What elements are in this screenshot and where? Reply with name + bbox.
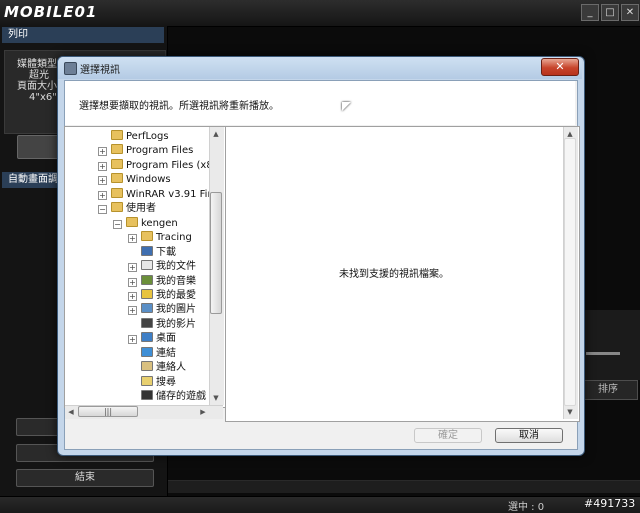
folder-icon — [111, 202, 123, 213]
folder-icon — [111, 158, 123, 169]
tree-expander-icon[interactable]: + — [128, 335, 137, 345]
documents-icon — [141, 260, 153, 271]
tree-item-label: Tracing — [156, 232, 192, 244]
end-button[interactable]: 結束 — [16, 469, 154, 487]
tree-item[interactable]: PerfLogs — [111, 130, 169, 144]
tree-item[interactable]: kengen — [126, 216, 178, 231]
tree-item[interactable]: 連絡人 — [141, 361, 186, 375]
folder-tree[interactable]: PerfLogs + Program Files + Program Files (x8… — [64, 126, 226, 408]
content-scroll-down-icon[interactable]: ▼ — [564, 406, 576, 418]
tree-item-label: 我的最愛 — [156, 289, 196, 301]
pictures-icon — [141, 303, 153, 314]
tree-item-label: kengen — [141, 217, 178, 229]
tree-item-label: Program Files — [126, 145, 194, 157]
watermark: #491733 — [584, 497, 636, 510]
tree-item[interactable]: 我的影片 — [141, 317, 196, 332]
tree-item[interactable]: 我的音樂 — [141, 274, 196, 289]
mouse-cursor-icon — [342, 102, 351, 111]
tree-scroll-left-icon[interactable]: ◀ — [65, 406, 77, 418]
searches-icon — [141, 375, 153, 386]
desktop-icon — [141, 332, 153, 343]
tree-item-label: 我的音樂 — [156, 275, 196, 287]
print-icon[interactable] — [17, 135, 59, 159]
tree-item[interactable]: 搜尋 — [141, 375, 176, 390]
tree-item[interactable]: 我的圖片 — [141, 303, 196, 317]
dialog-title: 選擇視訊 — [80, 65, 120, 76]
tree-scroll-right-icon[interactable]: ▶ — [197, 406, 209, 418]
tree-item-label: 我的影片 — [156, 318, 196, 330]
tree-expander-icon[interactable]: + — [98, 147, 107, 157]
folder-icon — [111, 130, 123, 140]
tree-item[interactable]: WinRAR v3.91 Fina — [111, 187, 220, 202]
minimize-button[interactable]: _ — [581, 4, 599, 21]
dialog-close-button[interactable]: ✕ — [541, 58, 579, 76]
folder-icon — [111, 187, 123, 198]
tree-expander-icon[interactable]: + — [98, 190, 107, 200]
tree-expander-icon[interactable]: + — [128, 306, 137, 316]
tree-item-label: Program Files (x86 — [126, 159, 220, 171]
ok-button[interactable]: 確定 — [414, 428, 482, 443]
print-section-header[interactable]: 列印 — [2, 27, 164, 43]
tree-expander-icon[interactable]: + — [128, 291, 137, 301]
tree-item-label: 搜尋 — [156, 376, 176, 388]
tree-item-label: Windows — [126, 174, 171, 186]
tree-item[interactable]: Tracing — [141, 231, 192, 245]
tree-item[interactable]: 使用者 — [111, 202, 156, 216]
tree-vertical-scroll-thumb[interactable] — [210, 192, 222, 314]
tree-item[interactable]: 桌面 — [141, 332, 176, 346]
tree-item[interactable]: Windows — [111, 173, 171, 187]
tree-item-label: 桌面 — [156, 333, 176, 345]
tree-expander-icon[interactable]: − — [98, 205, 107, 215]
contacts-icon — [141, 361, 153, 372]
close-app-button[interactable]: ✕ — [621, 4, 639, 21]
tree-item-label: 我的文件 — [156, 261, 196, 273]
tree-expander-icon[interactable]: + — [128, 263, 137, 273]
main-horizontal-scrollbar[interactable] — [168, 480, 640, 493]
tree-expander-icon[interactable]: + — [128, 234, 137, 244]
tree-item-label: 儲存的遊戲 — [156, 391, 206, 403]
dialog-app-icon — [64, 62, 77, 75]
tree-item-label: 連絡人 — [156, 362, 186, 374]
folder-icon — [126, 216, 138, 227]
zoom-slider[interactable] — [586, 352, 620, 355]
tree-scroll-up-icon[interactable]: ▲ — [210, 128, 222, 140]
tree-item-label: 使用者 — [126, 203, 156, 215]
tree-item[interactable]: 我的文件 — [141, 260, 196, 274]
tree-item-label: 連結 — [156, 347, 176, 359]
app-logo: MOBILE01 — [4, 3, 98, 21]
music-icon — [141, 274, 153, 285]
tree-scroll-down-icon[interactable]: ▼ — [210, 392, 222, 404]
dialog-instruction: 選擇想要擷取的視訊。所選視訊將重新播放。 — [79, 101, 279, 112]
folder-icon — [111, 144, 123, 155]
tree-item[interactable]: 儲存的遊戲 — [141, 390, 206, 404]
maximize-button[interactable]: □ — [601, 4, 619, 21]
tree-expander-icon[interactable]: + — [98, 176, 107, 186]
tree-item[interactable]: 我的最愛 — [141, 288, 196, 303]
tree-expander-icon[interactable]: + — [98, 161, 107, 171]
tree-expander-icon[interactable]: − — [113, 219, 122, 229]
no-video-message: 未找到支援的視訊檔案。 — [339, 269, 449, 280]
dialog-title-bar[interactable] — [58, 57, 582, 79]
content-vertical-scroll-thumb[interactable] — [564, 138, 576, 406]
tree-item-label: 下載 — [156, 246, 176, 258]
cancel-button[interactable]: 取消 — [495, 428, 563, 443]
tree-item[interactable]: Program Files (x86 — [111, 158, 220, 173]
selection-count: 選中 : 0 — [508, 502, 545, 513]
favorites-icon — [141, 288, 153, 299]
tree-item-label: 我的圖片 — [156, 304, 196, 316]
tree-item-label: WinRAR v3.91 Fina — [126, 188, 220, 200]
tree-horizontal-scroll-thumb[interactable]: ||| — [78, 406, 138, 417]
folder-icon — [111, 173, 123, 184]
tree-item[interactable]: 下載 — [141, 245, 176, 260]
tree-expander-icon[interactable]: + — [128, 277, 137, 287]
tree-item[interactable]: Program Files — [111, 144, 193, 158]
folder-icon — [141, 231, 153, 242]
tree-item-label: PerfLogs — [126, 131, 169, 142]
saved-games-icon — [141, 390, 153, 401]
links-icon — [141, 346, 153, 357]
videos-icon — [141, 317, 153, 328]
tree-item[interactable]: 連結 — [141, 346, 176, 361]
sort-button[interactable]: 排序 — [578, 380, 638, 400]
downloads-icon — [141, 245, 153, 256]
